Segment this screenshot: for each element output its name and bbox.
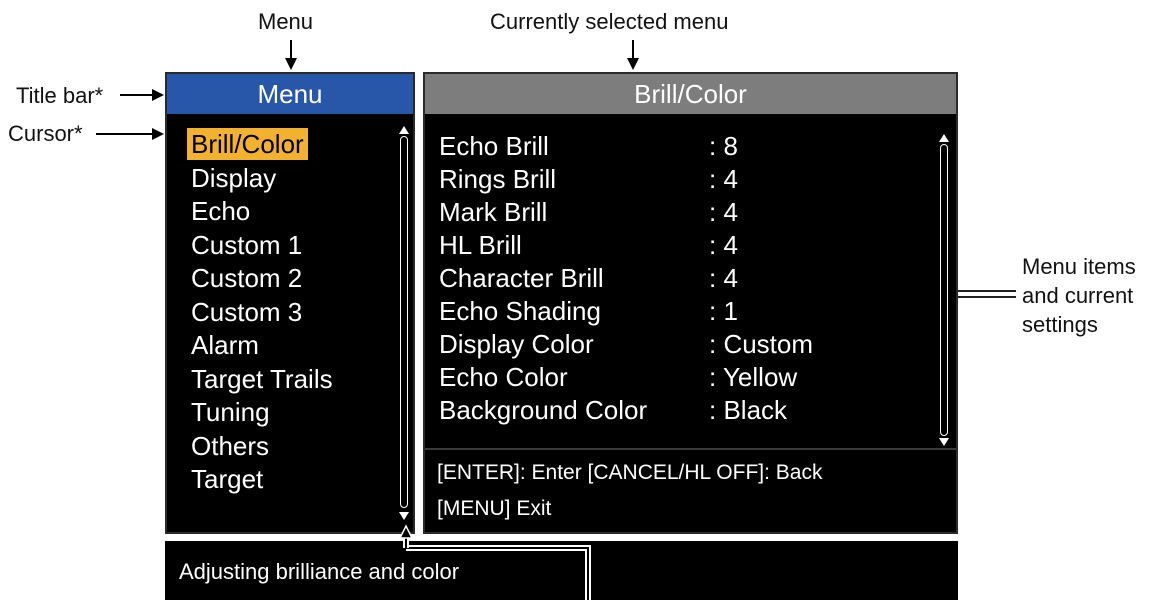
current-menu-annotation: Currently selected menu [490,9,729,34]
settings-row-value: : Custom [709,329,814,359]
settings-row[interactable]: Echo Brill : 8 [439,130,916,162]
settings-title-bar: Brill/Color [425,74,956,114]
menu-items-annotation: Menu items and current settings [1022,252,1136,339]
settings-row-value: : 1 [709,296,738,326]
menu-item[interactable]: Target Trails [187,363,337,395]
menu-panel: Menu Brill/Color Display Echo Custom 1 Custo… [165,72,415,534]
settings-row[interactable]: Display Color : Custom [439,328,916,360]
help-line-1: [ENTER]: Enter [CANCEL/HL OFF]: Back [437,461,823,484]
menu-annotation: Menu [258,9,314,34]
settings-panel: Brill/Color Echo Brill: 8 Rings Brill: 4M… [423,72,958,534]
settings-scroll-down-icon[interactable] [939,438,949,446]
menu-title-bar: Menu [167,74,413,114]
cursor-arrow-head [152,128,164,140]
settings-row[interactable]: Mark Brill : 4 [439,196,916,228]
menu-arrow-head [285,58,297,70]
current-menu-arrow-head [627,58,639,70]
guidance-text: Adjusting brilliance and color [179,559,460,584]
settings-row-value: : 4 [709,197,738,227]
help-line-2: [MENU] Exit [437,497,552,520]
settings-row-value: : Yellow [709,362,798,392]
cursor-annotation: Cursor* [8,121,83,146]
settings-row-value: : 8 [709,131,738,161]
menu-item[interactable]: Custom 3 [187,296,306,328]
settings-row[interactable]: Background Color : Black [439,394,916,426]
settings-scrollbar[interactable] [940,144,948,436]
settings-row-value: : Black [709,395,788,425]
menu-item[interactable]: Brill/Color [187,128,308,160]
menu-items-annotation-line-1: Menu items [1022,254,1136,279]
menu-items-annotation-line-2: and current [1022,283,1134,308]
settings-row[interactable]: Echo Shading : 1 [439,295,916,327]
settings-row-label: Echo Brill [439,131,549,161]
menu-item[interactable]: Others [187,430,273,462]
settings-row-label: Echo Shading [439,296,601,326]
settings-row[interactable]: Rings Brill : 4 [439,163,916,195]
menu-item[interactable]: Tuning [187,396,274,428]
menu-item[interactable]: Custom 2 [187,262,306,294]
menu-item[interactable]: Echo [187,195,254,227]
settings-row-label: Character Brill [439,263,604,293]
settings-row-label: Display Color [439,329,594,359]
settings-scroll-up-icon[interactable] [939,134,949,142]
title-bar-annotation: Title bar* [16,83,104,108]
settings-row-label: HL Brill [439,230,522,260]
settings-row[interactable]: Character Brill : 4 [439,262,916,294]
menu-item[interactable]: Target [187,463,267,495]
menu-items-annotation-line-3: settings [1022,312,1098,337]
menu-scroll-down-icon[interactable] [399,512,409,520]
settings-row-label: Mark Brill [439,197,548,227]
settings-row-value: : 4 [709,164,738,194]
menu-scroll-up-icon[interactable] [399,126,409,134]
settings-row-value: : 4 [709,263,738,293]
settings-row[interactable]: HL Brill : 4 [439,229,916,261]
menu-item[interactable]: Custom 1 [187,229,306,261]
menu-item[interactable]: Display [187,162,280,194]
settings-row-label: Background Color [439,395,648,425]
title-bar-arrow-head [152,89,164,101]
settings-divider [425,448,956,450]
settings-row-label: Echo Color [439,362,568,392]
settings-row-label: Rings Brill [439,164,557,194]
menu-scrollbar[interactable] [400,136,408,508]
guidance-box: Adjusting brilliance and color [165,541,958,600]
menu-item[interactable]: Alarm [187,329,263,361]
settings-row-value: : 4 [709,230,738,260]
settings-row[interactable]: Echo Color : Yellow [439,361,916,393]
